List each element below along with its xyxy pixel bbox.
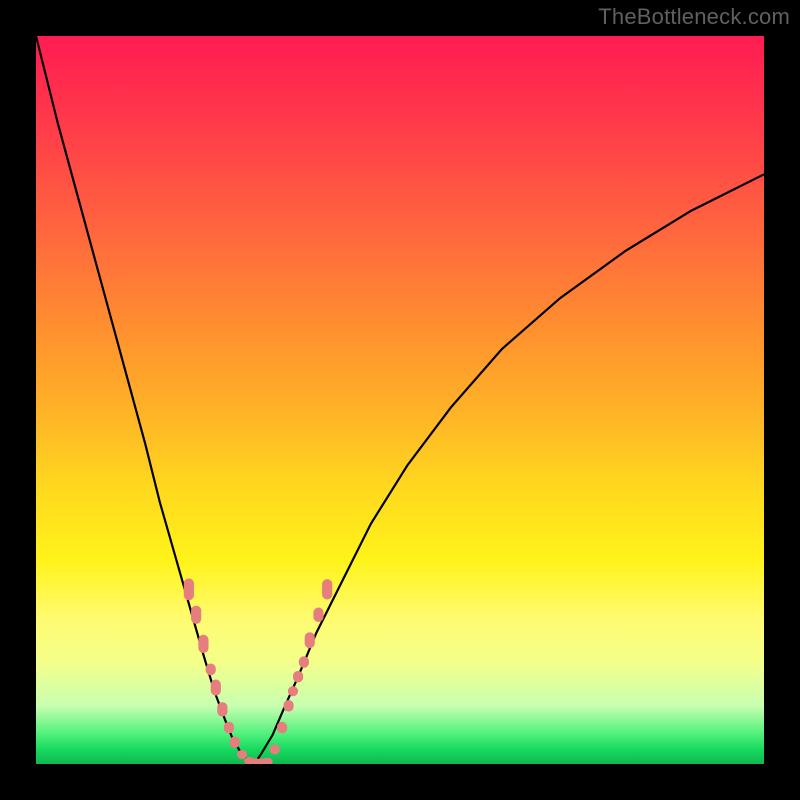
scatter-marker [230,736,240,748]
scatter-marker [191,606,201,624]
scatter-marker [184,578,194,600]
scatter-marker [299,656,309,668]
scatter-marker [224,722,234,734]
scatter-marker [211,680,221,696]
plot-area [36,36,764,764]
scatter-marker [270,744,280,754]
chart-container: TheBottleneck.com [0,0,800,800]
scatter-marker [206,664,216,676]
scatter-marker [293,671,303,683]
curve-left [36,36,254,764]
scatter-marker [313,607,323,622]
scatter-marker [284,700,294,712]
scatter-marker [322,579,332,599]
scatter-markers [184,578,333,764]
watermark-text: TheBottleneck.com [598,4,790,30]
curve-right [254,174,764,764]
scatter-marker [305,632,315,648]
curve-overlay [36,36,764,764]
scatter-marker [277,722,287,734]
scatter-marker [217,702,227,717]
scatter-marker [288,686,298,696]
scatter-marker [262,758,272,764]
scatter-marker [237,750,247,759]
scatter-marker [198,635,208,653]
